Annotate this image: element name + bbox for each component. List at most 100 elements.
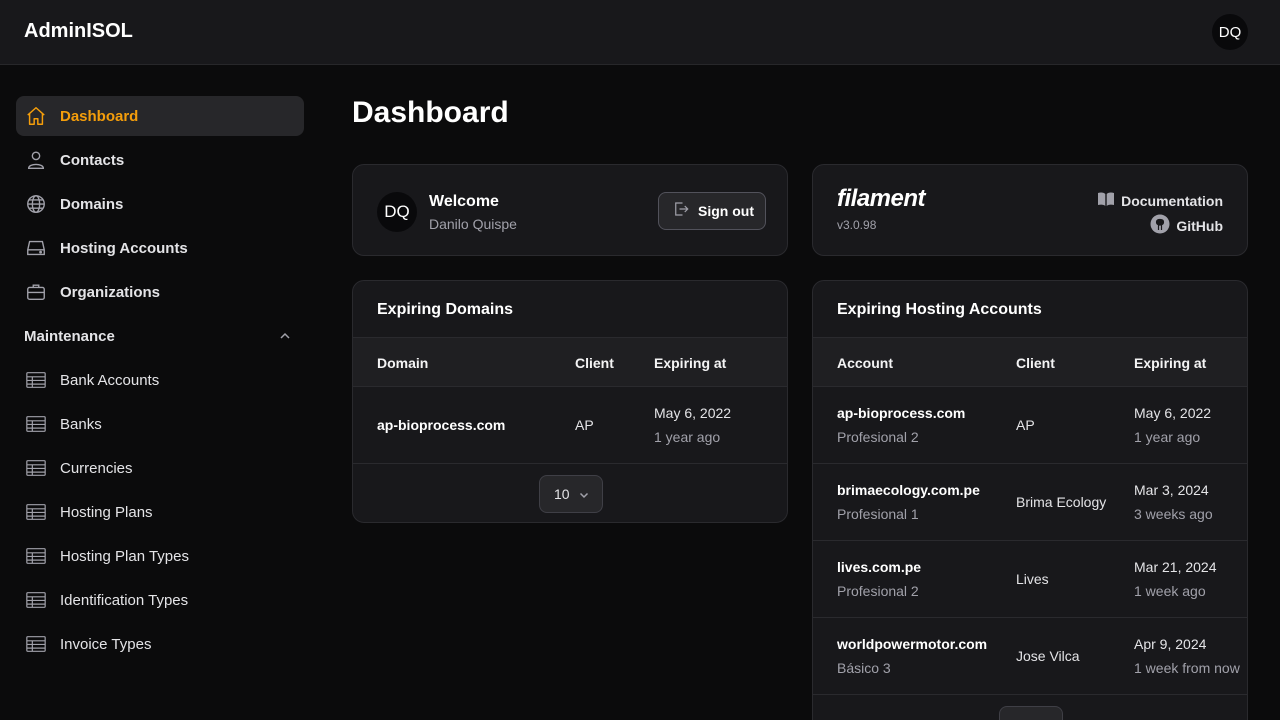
sidebar-item-currencies[interactable]: Currencies xyxy=(16,448,304,488)
sidebar: Dashboard Contacts Domains Hosting Accou… xyxy=(0,65,320,720)
filament-logo: filament xyxy=(837,185,926,212)
date-cell: Mar 3, 2024 xyxy=(1134,482,1209,498)
topbar: AdminISOL DQ xyxy=(0,0,1280,65)
relative-date-cell: 3 weeks ago xyxy=(1134,506,1213,522)
domain-cell: ap-bioprocess.com xyxy=(377,417,506,433)
plan-cell: Profesional 2 xyxy=(837,429,919,445)
relative-date-cell: 1 year ago xyxy=(1134,429,1201,445)
documentation-label: Documentation xyxy=(1121,192,1223,209)
sidebar-item-label: Hosting Plan Types xyxy=(60,547,189,565)
client-cell: AP xyxy=(575,417,594,433)
sidebar-item-hosting-plans[interactable]: Hosting Plans xyxy=(16,492,304,532)
sidebar-item-dashboard[interactable]: Dashboard xyxy=(16,96,304,136)
sidebar-item-label: Currencies xyxy=(60,459,133,477)
sidebar-item-hosting-plan-types[interactable]: Hosting Plan Types xyxy=(16,536,304,576)
logout-icon xyxy=(672,200,690,223)
user-icon xyxy=(24,148,48,172)
github-label: GitHub xyxy=(1176,217,1223,234)
relative-date-cell: 1 week from now xyxy=(1134,660,1240,676)
table-row[interactable]: lives.com.pe Profesional 2 Lives Mar 21,… xyxy=(813,541,1247,618)
documentation-link[interactable]: Documentation xyxy=(1097,191,1223,210)
plan-cell: Profesional 2 xyxy=(837,583,919,599)
sidebar-item-label: Dashboard xyxy=(60,107,139,125)
sidebar-item-label: Organizations xyxy=(60,283,161,301)
client-cell: AP xyxy=(1016,417,1035,433)
sidebar-item-contacts[interactable]: Contacts xyxy=(16,140,304,180)
plan-cell: Profesional 1 xyxy=(837,506,919,522)
table-icon xyxy=(24,544,48,568)
chevron-down-icon xyxy=(578,488,590,504)
client-cell: Brima Ecology xyxy=(1016,494,1107,510)
globe-icon xyxy=(24,192,48,216)
sign-out-label: Sign out xyxy=(698,203,754,219)
sidebar-item-hosting-accounts[interactable]: Hosting Accounts xyxy=(16,228,304,268)
client-cell: Jose Vilca xyxy=(1016,648,1080,664)
sidebar-item-label: Bank Accounts xyxy=(60,371,160,389)
table-icon xyxy=(24,368,48,392)
sidebar-item-label: Contacts xyxy=(60,151,125,169)
table-row[interactable]: ap-bioprocess.com Profesional 2 AP May 6… xyxy=(813,387,1247,464)
welcome-title: Welcome xyxy=(429,193,499,210)
chevron-up-icon[interactable] xyxy=(278,329,292,348)
server-icon xyxy=(24,236,48,260)
column-header-account[interactable]: Account xyxy=(837,355,893,371)
account-cell: brimaecology.com.pe xyxy=(837,482,980,498)
sidebar-item-label: Hosting Accounts xyxy=(60,239,188,257)
sidebar-item-label: Identification Types xyxy=(60,591,189,609)
column-header-expiring-at[interactable]: Expiring at xyxy=(1134,355,1206,371)
table-icon xyxy=(24,632,48,656)
account-cell: ap-bioprocess.com xyxy=(837,405,966,421)
table-row[interactable]: worldpowermotor.com Básico 3 Jose Vilca … xyxy=(813,618,1247,695)
table-icon xyxy=(24,588,48,612)
expiring-hosting-card: Expiring Hosting Accounts Account Client… xyxy=(812,280,1248,720)
sidebar-item-invoice-types[interactable]: Invoice Types xyxy=(16,624,304,664)
card-title: Expiring Domains xyxy=(377,301,514,318)
table-icon xyxy=(24,412,48,436)
column-header-client[interactable]: Client xyxy=(1016,355,1055,371)
card-title: Expiring Hosting Accounts xyxy=(837,301,1042,318)
home-icon xyxy=(24,104,48,128)
sidebar-item-bank-accounts[interactable]: Bank Accounts xyxy=(16,360,304,400)
per-page-select[interactable]: 10 xyxy=(999,706,1063,720)
sidebar-item-label: Domains xyxy=(60,195,124,213)
version-label: v3.0.98 xyxy=(837,218,877,232)
github-link[interactable]: GitHub xyxy=(1150,214,1223,237)
book-icon xyxy=(1097,191,1121,210)
briefcase-icon xyxy=(24,280,48,304)
table-row[interactable]: brimaecology.com.pe Profesional 1 Brima … xyxy=(813,464,1247,541)
sign-out-button[interactable]: Sign out xyxy=(658,192,766,230)
column-header-expiring-at[interactable]: Expiring at xyxy=(654,355,726,371)
brand-logo[interactable]: AdminISOL xyxy=(24,20,133,43)
table-header: Domain Client Expiring at xyxy=(353,337,787,387)
date-cell: May 6, 2022 xyxy=(654,405,732,421)
user-name: Danilo Quispe xyxy=(429,216,517,232)
per-page-select[interactable]: 10 xyxy=(539,475,603,513)
filament-info-card: filament v3.0.98 Documentation GitHub xyxy=(812,164,1248,256)
sidebar-item-label: Banks xyxy=(60,415,102,433)
date-cell: Apr 9, 2024 xyxy=(1134,636,1207,652)
table-row[interactable]: ap-bioprocess.com AP May 6, 2022 1 year … xyxy=(353,387,787,464)
plan-cell: Básico 3 xyxy=(837,660,891,676)
client-cell: Lives xyxy=(1016,571,1049,587)
sidebar-item-label: Hosting Plans xyxy=(60,503,153,521)
sidebar-item-domains[interactable]: Domains xyxy=(16,184,304,224)
sidebar-item-label: Invoice Types xyxy=(60,635,152,653)
relative-date-cell: 1 week ago xyxy=(1134,583,1206,599)
sidebar-group-maintenance[interactable]: Maintenance xyxy=(24,328,115,345)
sidebar-item-organizations[interactable]: Organizations xyxy=(16,272,304,312)
user-avatar[interactable]: DQ xyxy=(1212,14,1248,50)
table-icon xyxy=(24,456,48,480)
column-header-client[interactable]: Client xyxy=(575,355,614,371)
relative-date-cell: 1 year ago xyxy=(654,429,721,445)
table-icon xyxy=(24,500,48,524)
account-cell: lives.com.pe xyxy=(837,559,922,575)
account-cell: worldpowermotor.com xyxy=(837,636,988,652)
column-header-domain[interactable]: Domain xyxy=(377,355,428,371)
sidebar-item-banks[interactable]: Banks xyxy=(16,404,304,444)
sidebar-item-identification-types[interactable]: Identification Types xyxy=(16,580,304,620)
avatar: DQ xyxy=(377,192,417,232)
date-cell: Mar 21, 2024 xyxy=(1134,559,1217,575)
table-header: Account Client Expiring at xyxy=(813,337,1247,387)
welcome-card: DQ Welcome Danilo Quispe Sign out xyxy=(352,164,788,256)
expiring-domains-card: Expiring Domains Domain Client Expiring … xyxy=(352,280,788,523)
